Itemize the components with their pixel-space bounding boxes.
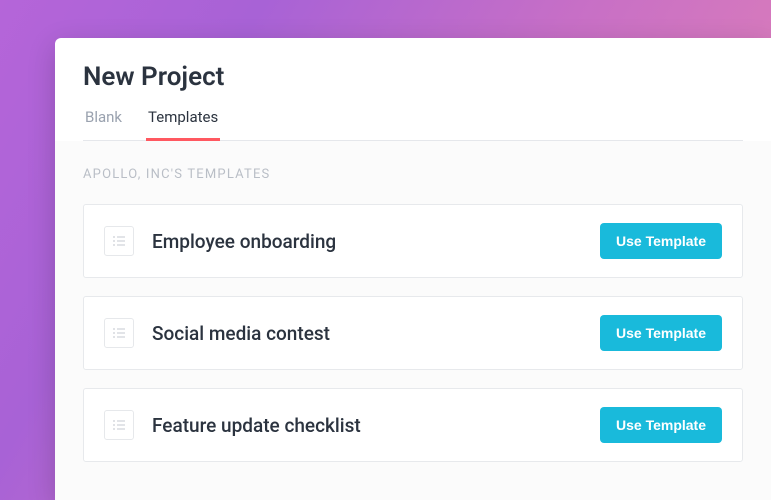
list-icon: [104, 410, 134, 440]
section-label: APOLLO, INC'S TEMPLATES: [83, 167, 743, 182]
use-template-button[interactable]: Use Template: [600, 407, 722, 443]
list-icon: [104, 226, 134, 256]
template-row: Employee onboarding Use Template: [83, 204, 743, 278]
tab-blank[interactable]: Blank: [83, 108, 124, 141]
template-left: Employee onboarding: [104, 226, 336, 256]
use-template-button[interactable]: Use Template: [600, 315, 722, 351]
list-icon: [104, 318, 134, 348]
new-project-panel: New Project Blank Templates APOLLO, INC'…: [55, 38, 771, 500]
panel-body: APOLLO, INC'S TEMPLATES Employee onboard…: [55, 141, 771, 500]
template-name: Employee onboarding: [152, 230, 336, 253]
template-row: Feature update checklist Use Template: [83, 388, 743, 462]
panel-header: New Project Blank Templates: [55, 38, 771, 141]
template-name: Social media contest: [152, 322, 330, 345]
tab-templates[interactable]: Templates: [146, 108, 220, 141]
tabs: Blank Templates: [83, 108, 743, 141]
page-title: New Project: [83, 62, 743, 92]
use-template-button[interactable]: Use Template: [600, 223, 722, 259]
template-row: Social media contest Use Template: [83, 296, 743, 370]
template-name: Feature update checklist: [152, 414, 361, 437]
template-left: Feature update checklist: [104, 410, 361, 440]
template-left: Social media contest: [104, 318, 330, 348]
